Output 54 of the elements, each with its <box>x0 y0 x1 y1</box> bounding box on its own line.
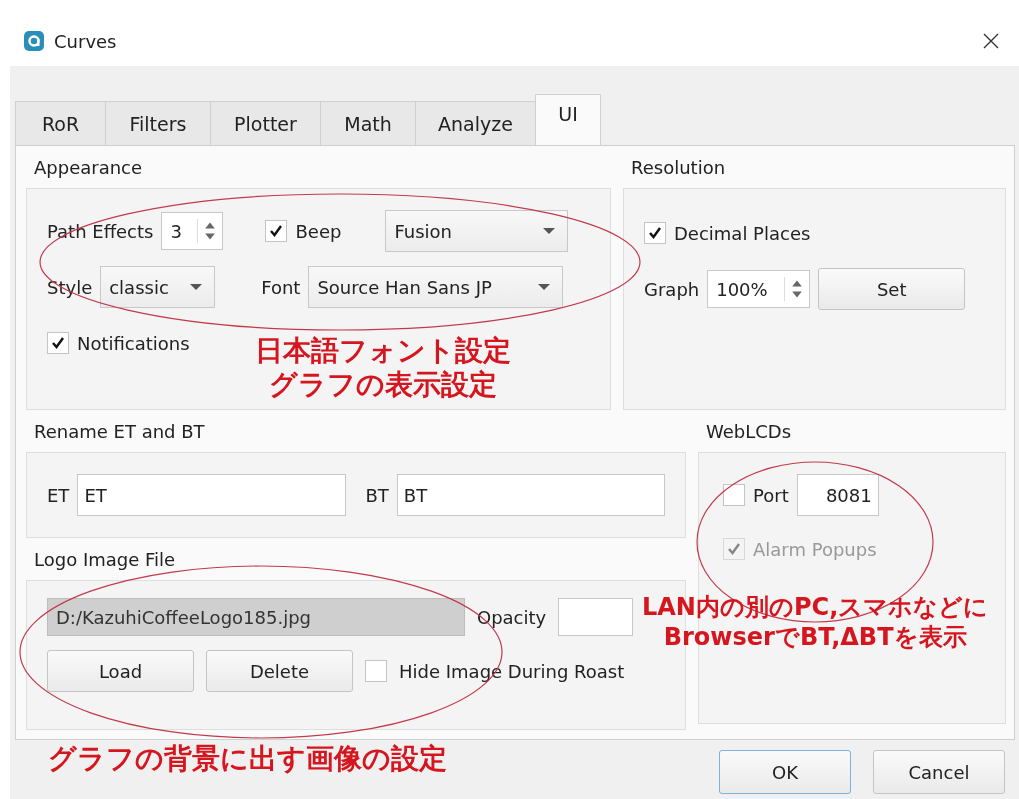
caret-icon <box>190 284 203 290</box>
checkbox[interactable] <box>723 484 745 506</box>
port-field[interactable]: 8081 <box>796 474 879 516</box>
check-icon <box>268 223 285 239</box>
field-label: ET <box>47 484 70 506</box>
text-field[interactable]: BT <box>396 474 665 516</box>
checkbox-label: Alarm Popups <box>753 538 877 560</box>
dialog-button[interactable]: Cancel <box>873 750 1005 794</box>
field-label: Opacity <box>477 606 547 628</box>
file-path-field[interactable]: D:/KazuhiCoffeeLogo185.jpg <box>47 598 465 636</box>
font-dropdown[interactable]: Source Han Sans JP <box>308 266 564 308</box>
window-title: Curves <box>54 30 117 52</box>
tab[interactable]: UI <box>535 94 601 145</box>
checkbox[interactable] <box>365 660 387 682</box>
caret-icon <box>538 284 551 290</box>
style-dropdown[interactable]: classic <box>100 266 216 308</box>
checkbox-label: Decimal Places <box>674 222 811 244</box>
tab[interactable]: Plotter <box>210 101 321 145</box>
tab[interactable]: Filters <box>105 101 211 145</box>
group-title: Resolution <box>630 155 726 180</box>
file-button[interactable]: Delete <box>206 650 353 692</box>
text-field[interactable]: ET <box>77 474 346 516</box>
file-button[interactable]: Load <box>47 650 194 692</box>
set-button[interactable]: Set <box>818 268 966 310</box>
close-icon[interactable] <box>983 33 999 49</box>
tab[interactable]: RoR <box>15 101 106 145</box>
check-icon <box>647 225 663 241</box>
checkbox-label: Notifications <box>77 332 190 354</box>
spinbox[interactable]: 3 <box>161 212 224 250</box>
group-title: Appearance <box>33 155 143 180</box>
annotation-text: グラフの背景に出す画像の設定 <box>48 742 447 776</box>
checkbox[interactable] <box>644 222 666 244</box>
checkbox-label: Beep <box>295 220 342 242</box>
dialog-button[interactable]: OK <box>719 750 851 794</box>
check-icon <box>50 335 66 351</box>
tab[interactable]: Analyze <box>415 101 536 145</box>
app-logo-icon <box>24 31 44 51</box>
annotation-text: グラフの表示設定 <box>269 368 497 402</box>
caret-icon <box>543 228 556 234</box>
checkbox[interactable] <box>47 332 69 354</box>
group-title: Rename ET and BT <box>33 419 205 444</box>
spinbox[interactable]: 100% <box>707 270 811 308</box>
field-label: Font <box>261 276 301 298</box>
field-label: BT <box>365 484 389 506</box>
group-title: Logo Image File <box>33 547 176 572</box>
group-title: WebLCDs <box>705 419 792 444</box>
checkbox-label: Port <box>753 484 789 506</box>
theme-dropdown[interactable]: Fusion <box>385 210 569 252</box>
annotation-text: BrowserでBT,ΔBTを表示 <box>663 622 967 652</box>
annotation-text: 日本語フォント設定 <box>255 334 511 368</box>
tab[interactable]: Math <box>320 101 416 145</box>
checkbox[interactable] <box>265 220 288 242</box>
field-label: Graph <box>644 278 700 300</box>
check-icon <box>726 541 742 557</box>
